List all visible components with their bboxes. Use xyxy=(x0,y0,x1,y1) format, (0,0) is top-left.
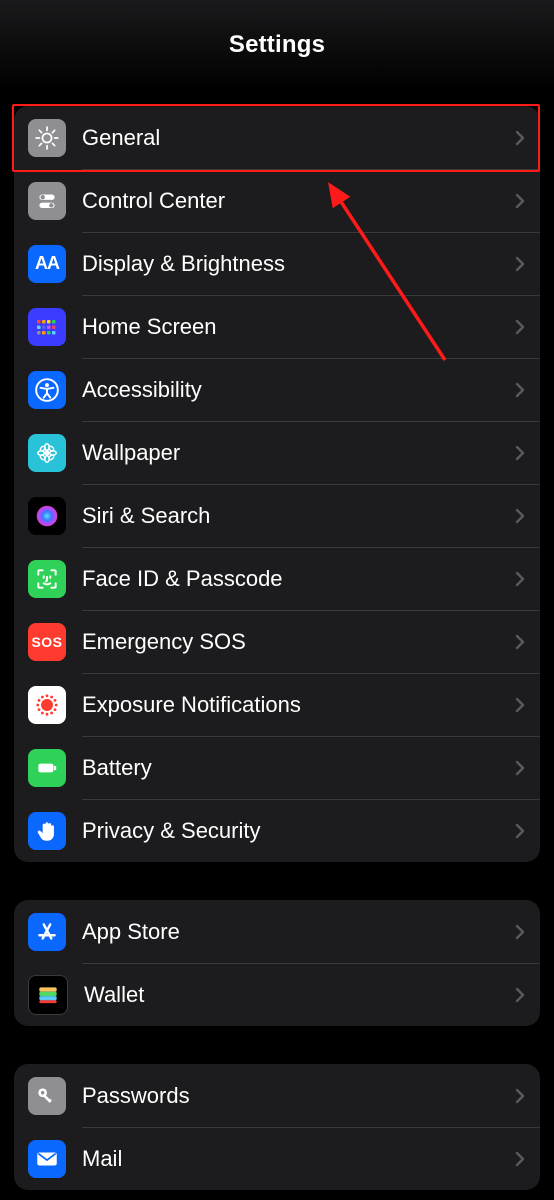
row-display-brightness[interactable]: AA Display & Brightness xyxy=(14,232,540,295)
row-label: Control Center xyxy=(82,188,514,214)
row-label: Display & Brightness xyxy=(82,251,514,277)
wallet-icon xyxy=(28,975,68,1015)
row-passwords[interactable]: Passwords xyxy=(14,1064,540,1127)
row-mail[interactable]: Mail xyxy=(14,1127,540,1190)
chevron-right-icon xyxy=(514,822,526,840)
row-wallpaper[interactable]: Wallpaper xyxy=(14,421,540,484)
chevron-right-icon xyxy=(514,696,526,714)
mail-icon xyxy=(28,1140,66,1178)
chevron-right-icon xyxy=(514,255,526,273)
row-face-id-passcode[interactable]: Face ID & Passcode xyxy=(14,547,540,610)
settings-list: General Control Center AA Display & Brightn… xyxy=(0,106,554,1190)
row-app-store[interactable]: App Store xyxy=(14,900,540,963)
row-accessibility[interactable]: Accessibility xyxy=(14,358,540,421)
row-label: Battery xyxy=(82,755,514,781)
row-siri-search[interactable]: Siri & Search xyxy=(14,484,540,547)
row-label: Face ID & Passcode xyxy=(82,566,514,592)
row-control-center[interactable]: Control Center xyxy=(14,169,540,232)
row-label: App Store xyxy=(82,919,514,945)
row-label: Wallet xyxy=(84,982,514,1008)
row-emergency-sos[interactable]: SOS Emergency SOS xyxy=(14,610,540,673)
flower-icon xyxy=(28,434,66,472)
row-privacy-security[interactable]: Privacy & Security xyxy=(14,799,540,862)
row-label: Exposure Notifications xyxy=(82,692,514,718)
page-title: Settings xyxy=(229,31,325,59)
row-label: Privacy & Security xyxy=(82,818,514,844)
chevron-right-icon xyxy=(514,759,526,777)
chevron-right-icon xyxy=(514,986,526,1004)
hand-icon xyxy=(28,812,66,850)
chevron-right-icon xyxy=(514,1150,526,1168)
chevron-right-icon xyxy=(514,923,526,941)
row-general[interactable]: General xyxy=(14,106,540,169)
header: Settings xyxy=(0,0,554,90)
sos-icon: SOS xyxy=(28,623,66,661)
settings-group: App Store Wallet xyxy=(14,900,540,1026)
chevron-right-icon xyxy=(514,633,526,651)
siri-icon xyxy=(28,497,66,535)
chevron-right-icon xyxy=(514,318,526,336)
settings-group: Passwords Mail xyxy=(14,1064,540,1190)
switches-icon xyxy=(28,182,66,220)
battery-icon xyxy=(28,749,66,787)
aa-icon: AA xyxy=(28,245,66,283)
accessibility-icon xyxy=(28,371,66,409)
row-home-screen[interactable]: Home Screen xyxy=(14,295,540,358)
row-wallet[interactable]: Wallet xyxy=(14,963,540,1026)
row-label: Accessibility xyxy=(82,377,514,403)
row-label: Emergency SOS xyxy=(82,629,514,655)
exposure-icon xyxy=(28,686,66,724)
row-battery[interactable]: Battery xyxy=(14,736,540,799)
apps-grid-icon xyxy=(28,308,66,346)
gear-icon xyxy=(28,119,66,157)
row-exposure-notifications[interactable]: Exposure Notifications xyxy=(14,673,540,736)
chevron-right-icon xyxy=(514,381,526,399)
settings-group: General Control Center AA Display & Brightn… xyxy=(14,106,540,862)
faceid-icon xyxy=(28,560,66,598)
row-label: Siri & Search xyxy=(82,503,514,529)
appstore-icon xyxy=(28,913,66,951)
chevron-right-icon xyxy=(514,1087,526,1105)
chevron-right-icon xyxy=(514,570,526,588)
row-label: Mail xyxy=(82,1146,514,1172)
row-label: Home Screen xyxy=(82,314,514,340)
chevron-right-icon xyxy=(514,444,526,462)
chevron-right-icon xyxy=(514,507,526,525)
row-label: Passwords xyxy=(82,1083,514,1109)
row-label: Wallpaper xyxy=(82,440,514,466)
chevron-right-icon xyxy=(514,192,526,210)
row-label: General xyxy=(82,125,514,151)
chevron-right-icon xyxy=(514,129,526,147)
key-icon xyxy=(28,1077,66,1115)
